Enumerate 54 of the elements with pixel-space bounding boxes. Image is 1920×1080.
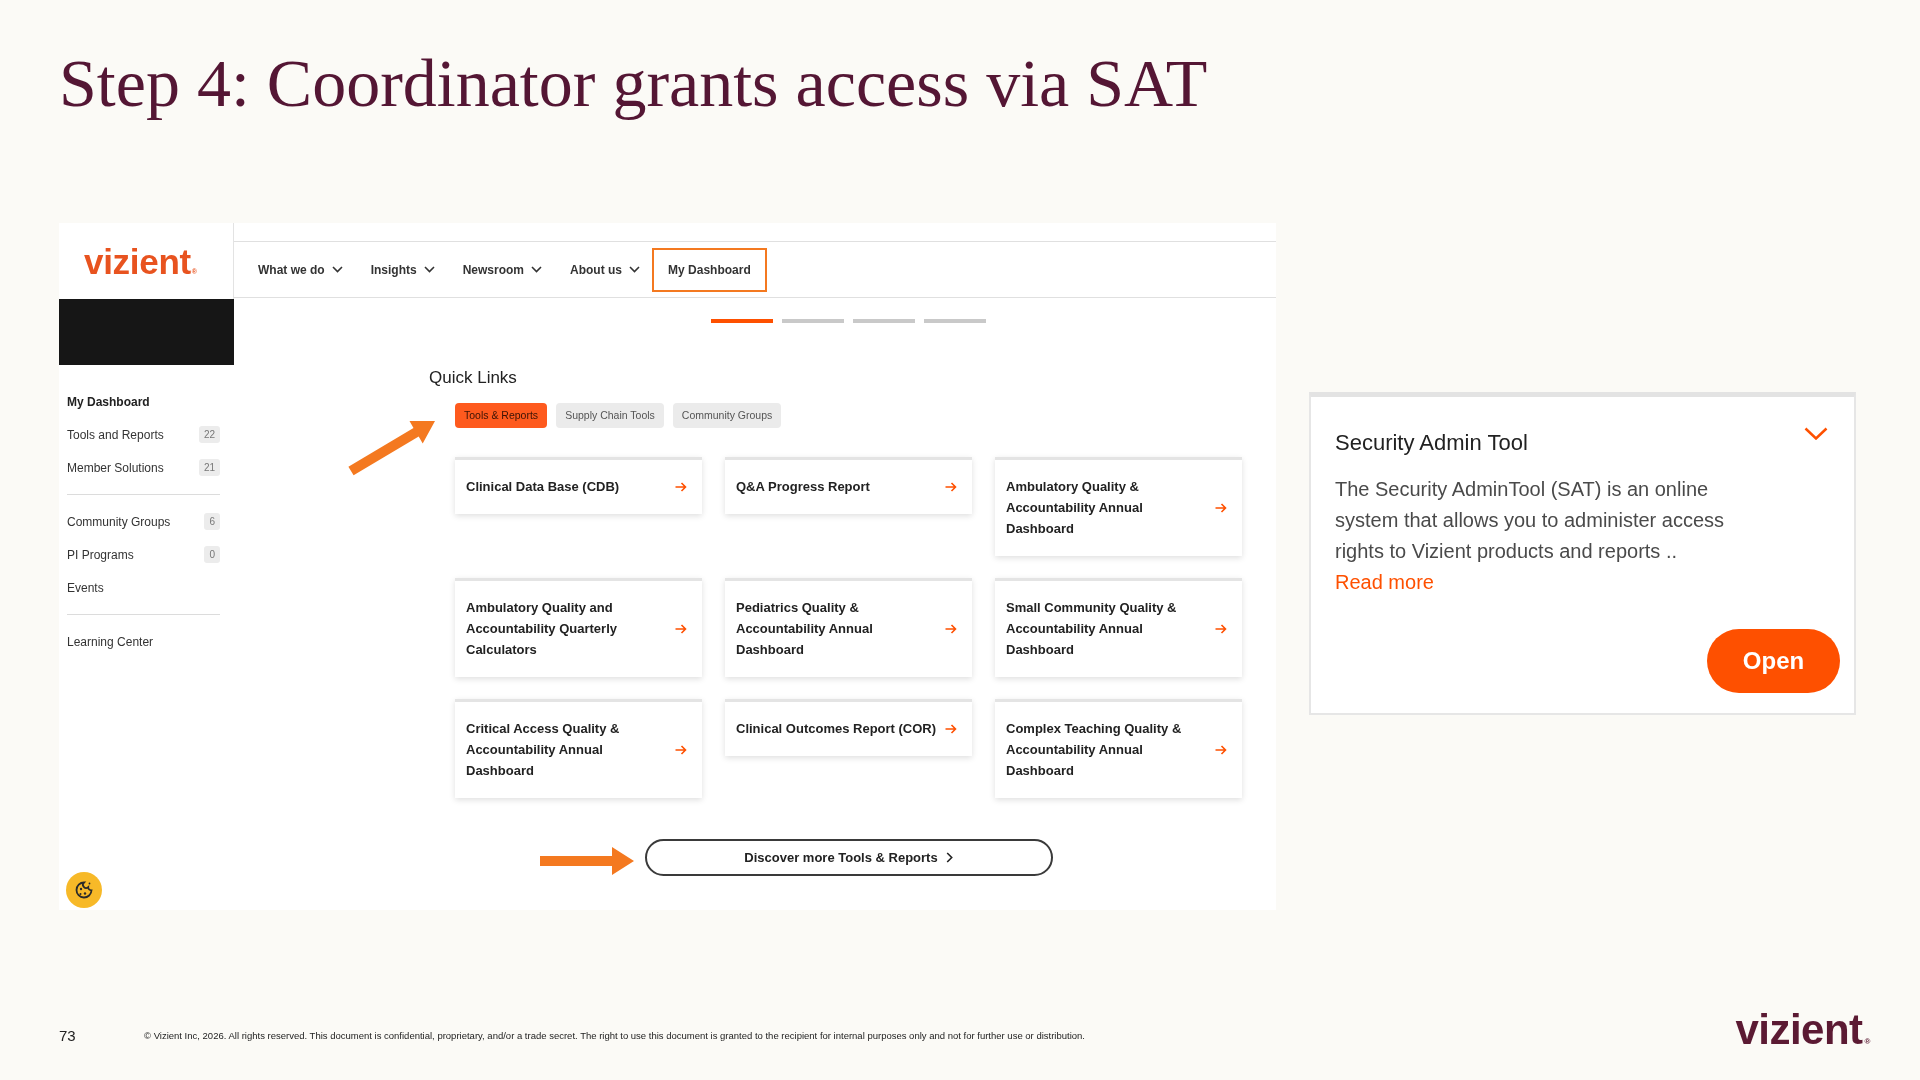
nav-link[interactable]: Newsroom bbox=[462, 247, 543, 292]
arrow-icon bbox=[348, 420, 436, 476]
arrow-right-icon bbox=[675, 744, 687, 755]
count-badge: 0 bbox=[204, 546, 220, 563]
link-card[interactable]: Clinical Data Base (CDB) bbox=[455, 457, 702, 514]
filter-tab[interactable]: Supply Chain Tools bbox=[556, 403, 664, 428]
link-card[interactable]: Complex Teaching Quality & Accountability Annual Dashboard bbox=[995, 699, 1242, 798]
arrow-icon bbox=[540, 847, 634, 875]
link-card[interactable]: Critical Access Quality & Accountability Annual Dashboard bbox=[455, 699, 702, 798]
nav-link[interactable]: Insights bbox=[370, 247, 435, 292]
arrow-right-icon bbox=[945, 723, 957, 734]
cookie-icon[interactable] bbox=[66, 872, 102, 908]
logo: vizient® bbox=[1735, 1009, 1870, 1051]
discover-more-button[interactable]: Discover more Tools & Reports bbox=[644, 839, 1053, 876]
link-card[interactable]: Ambulatory Quality & Accountability Annual Dashboard bbox=[995, 457, 1242, 556]
arrow-right-icon bbox=[1215, 623, 1227, 634]
count-badge: 22 bbox=[198, 426, 220, 443]
arrow-right-icon bbox=[1215, 502, 1227, 513]
sidebar-item[interactable]: Learning Center bbox=[67, 625, 220, 658]
link-card[interactable]: Pediatrics Quality & Accountability Annual Dashboard bbox=[725, 578, 972, 677]
nav-link[interactable]: My Dashboard bbox=[652, 247, 767, 292]
nav-link[interactable]: About us bbox=[570, 247, 641, 292]
arrow-right-icon bbox=[675, 623, 687, 634]
count-badge: 21 bbox=[198, 459, 220, 476]
section-heading: Quick Links bbox=[429, 368, 517, 387]
page-number: 73 bbox=[59, 1026, 77, 1044]
copyright-notice: © Vizient Inc, 2026. All rights reserved. This document is confidential, proprietary, and/or a trade secret. The right to use this document is granted to the recipient for internal purposes only and not for further use or distribution. bbox=[144, 1029, 1085, 1041]
link-card[interactable]: Ambulatory Quality and Accountability Quarterly Calculators bbox=[455, 578, 702, 677]
carousel-indicator[interactable] bbox=[924, 319, 986, 323]
sidebar-item[interactable]: Member Solutions 21 bbox=[67, 451, 220, 484]
sidebar-item[interactable]: Community Groups 6 bbox=[67, 505, 220, 538]
card-title: Security Admin Tool bbox=[1335, 430, 1528, 456]
card-description: The Security AdminTool (SAT) is an online system that allows you to administer access rights to Vizient products and reports .. Read more bbox=[1335, 477, 1726, 595]
link-card[interactable]: Q&A Progress Report bbox=[725, 457, 972, 514]
sidebar-item[interactable]: Events bbox=[67, 571, 220, 604]
chevron-right-icon bbox=[945, 852, 953, 863]
arrow-right-icon bbox=[945, 623, 957, 634]
link-card[interactable]: Clinical Outcomes Report (COR) bbox=[725, 699, 972, 756]
sidebar-item[interactable]: PI Programs 0 bbox=[67, 538, 220, 571]
link-card[interactable]: Small Community Quality & Accountability Annual Dashboard bbox=[995, 578, 1242, 677]
arrow-right-icon bbox=[675, 481, 687, 492]
arrow-right-icon bbox=[1215, 744, 1227, 755]
chevron-down-icon[interactable] bbox=[1804, 427, 1828, 440]
sidebar-item[interactable]: My Dashboard bbox=[67, 385, 220, 418]
carousel-indicator[interactable] bbox=[853, 319, 915, 323]
filter-tab[interactable]: Tools & Reports bbox=[455, 403, 548, 428]
slide-title: Step 4: Coordinator grants access via SAT bbox=[59, 44, 1208, 123]
carousel-indicator[interactable] bbox=[711, 319, 773, 323]
carousel-indicator[interactable] bbox=[782, 319, 844, 323]
filter-tab[interactable]: Community Groups bbox=[672, 403, 782, 428]
arrow-right-icon bbox=[945, 481, 957, 492]
sidebar-item[interactable]: Tools and Reports 22 bbox=[67, 418, 220, 451]
count-badge: 6 bbox=[204, 513, 220, 530]
nav-link[interactable]: What we do bbox=[258, 247, 343, 292]
